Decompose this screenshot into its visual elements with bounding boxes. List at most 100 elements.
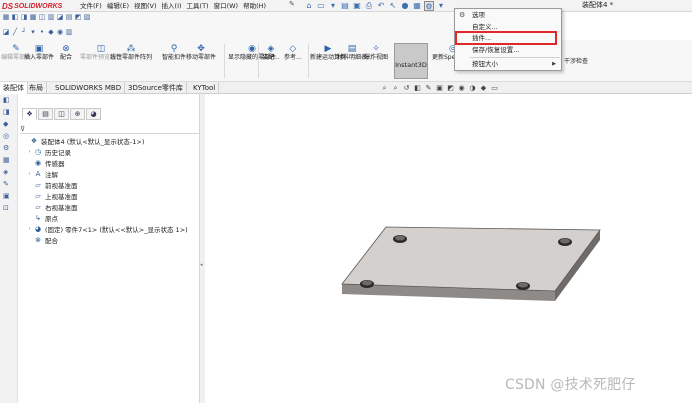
tool-h-icon[interactable]: ▤ [65, 13, 73, 21]
rebuild-icon[interactable]: ● [400, 1, 410, 11]
menu-insert[interactable]: 插入(I) [162, 1, 182, 11]
select-icon[interactable]: ↖ [388, 1, 398, 11]
print-icon[interactable]: ⎙ [364, 1, 374, 11]
menu-item-save-restore-settings[interactable]: 保存/恢复设置... [455, 45, 561, 56]
dimxpert-tab-icon[interactable]: ⊕ [70, 108, 85, 120]
home-icon[interactable]: ⌂ [304, 1, 314, 11]
new-document-icon[interactable]: ▭ [316, 1, 326, 11]
tool-c-icon[interactable]: ◨ [20, 13, 28, 21]
tool-a-icon[interactable]: ▦ [2, 13, 10, 21]
interference-button[interactable]: 干涉检查 [564, 58, 588, 66]
configuration-manager-tab-icon[interactable]: ◫ [54, 108, 69, 120]
tab-mbd[interactable]: SOLIDWORKS MBD [52, 82, 126, 94]
tool-o-icon[interactable]: • [38, 28, 46, 36]
tool-i-icon[interactable]: ◩ [74, 13, 82, 21]
menu-file[interactable]: 文件(F) [80, 1, 102, 11]
undo-icon[interactable]: ↶ [376, 1, 386, 11]
tree-node[interactable]: ⊗ 配合 [18, 234, 199, 245]
tool-p-icon[interactable]: ◆ [47, 28, 55, 36]
pin-menu-icon[interactable]: ✎ [289, 0, 295, 8]
tree-node[interactable]: ◉ 传感器 [18, 157, 199, 168]
file-properties-icon[interactable]: ▦ [412, 1, 422, 11]
tree-node[interactable]: ▱ 上视基准面 [18, 190, 199, 201]
reference-geometry-button[interactable]: ◇ 参考... [284, 44, 302, 62]
save-icon[interactable]: ▣ [352, 1, 362, 11]
view-settings-icon[interactable]: ▭ [490, 84, 499, 93]
tab-kytool[interactable]: KYTool [190, 82, 220, 94]
tool-f-icon[interactable]: ▥ [47, 13, 55, 21]
tree-node[interactable]: ▱ 前视基准面 [18, 179, 199, 190]
tree-node[interactable]: › ◕ (固定) 零件7<1> (默认<<默认>_显示状态 1>) [18, 223, 199, 234]
tool-j-icon[interactable]: ▧ [83, 13, 91, 21]
menu-item-button-size[interactable]: 按钮大小 ▶ [455, 59, 561, 70]
display-manager-tab-icon[interactable]: ◕ [86, 108, 101, 120]
new-dropdown-icon[interactable]: ▾ [328, 1, 338, 11]
tool-m-icon[interactable]: ┘ [20, 28, 28, 36]
open-icon[interactable]: ▤ [340, 1, 350, 11]
smart-fastener-button[interactable]: ⚲ 智能扣件 [162, 44, 186, 62]
tree-node[interactable]: › ◷ 历史记录 [18, 146, 199, 157]
instant3d-button[interactable]: Instant3D [394, 43, 428, 79]
tree-filter[interactable]: ⊽ [20, 124, 199, 134]
strip-icon-3[interactable]: ◆ [3, 118, 13, 130]
move-component-button[interactable]: ✥ 移动零部件 [186, 44, 216, 62]
tool-q-icon[interactable]: ◉ [56, 28, 64, 36]
collapse-arrow-icon[interactable]: ◂ [200, 262, 203, 268]
tree-node[interactable]: › A 注解 [18, 168, 199, 179]
tool-k-icon[interactable]: ◪ [2, 28, 10, 36]
strip-icon-1[interactable]: ◧ [3, 94, 13, 106]
menu-edit[interactable]: 编辑(E) [107, 1, 129, 11]
mate-button[interactable]: ⊗ 配合 [60, 44, 72, 62]
tool-l-icon[interactable]: ╱ [11, 28, 19, 36]
strip-icon-5[interactable]: ⚙ [3, 142, 13, 154]
scene-icon[interactable]: ◆ [479, 84, 488, 93]
expand-arrow-icon[interactable]: › [26, 226, 33, 232]
bom-button[interactable]: ▤ 材料明细表 [337, 44, 367, 62]
zoom-fit-icon[interactable]: ⌕ [380, 84, 389, 93]
solidworks-logo[interactable]: DS SOLIDWORKS [2, 1, 62, 11]
tool-r-icon[interactable]: ▥ [65, 28, 73, 36]
strip-icon-7[interactable]: ◈ [3, 166, 13, 178]
tree-node[interactable]: ↳ 原点 [18, 212, 199, 223]
hide-show-icon[interactable]: ◉ [457, 84, 466, 93]
menu-item-options[interactable]: ⚙ 选项 [455, 10, 561, 21]
strip-icon-9[interactable]: ▣ [3, 190, 13, 202]
strip-icon-10[interactable]: ⊡ [3, 202, 13, 214]
edit-appearance-icon[interactable]: ◑ [468, 84, 477, 93]
zoom-area-icon[interactable]: ⌕ [391, 84, 400, 93]
menu-window[interactable]: 窗口(W) [214, 1, 239, 11]
tool-b-icon[interactable]: ◧ [11, 13, 19, 21]
section-view-icon[interactable]: ◧ [413, 84, 422, 93]
display-style-icon[interactable]: ◩ [446, 84, 455, 93]
insert-component-button[interactable]: ▣ 插入零部件 [24, 44, 54, 62]
dynamic-annotation-icon[interactable]: ✎ [424, 84, 433, 93]
tab-layout[interactable]: 布局 [26, 82, 47, 94]
strip-icon-2[interactable]: ◨ [3, 106, 13, 118]
exploded-view-button[interactable]: ✧ 爆炸视图 [364, 44, 388, 62]
menu-tools[interactable]: 工具(T) [187, 1, 209, 11]
tool-n-icon[interactable]: ▾ [29, 28, 37, 36]
tool-d-icon[interactable]: ▩ [29, 13, 37, 21]
options-gear-icon[interactable]: ⚙ [424, 1, 434, 11]
tab-3dsource[interactable]: 3DSource零件库 [125, 82, 187, 94]
strip-icon-6[interactable]: ▦ [3, 154, 13, 166]
menu-view[interactable]: 视图(V) [134, 1, 157, 11]
strip-icon-8[interactable]: ✎ [3, 178, 13, 190]
expand-arrow-icon[interactable]: › [26, 171, 33, 177]
plate-model[interactable] [205, 94, 692, 403]
linear-pattern-button[interactable]: ⁂ 线性零部件阵列 [110, 44, 152, 62]
assembly-feature-button[interactable]: ◈ 装配... [262, 44, 280, 62]
strip-icon-4[interactable]: ◎ [3, 130, 13, 142]
options-dropdown-icon[interactable]: ▾ [436, 1, 446, 11]
expand-arrow-icon[interactable]: › [26, 149, 33, 155]
tab-assembly[interactable]: 装配体 [0, 82, 28, 94]
graphics-area[interactable] [205, 94, 692, 403]
tree-node[interactable]: ❖ 装配体4 (默认<默认_显示状态-1>) [18, 135, 199, 146]
tool-g-icon[interactable]: ◪ [56, 13, 64, 21]
feature-tree-tab-icon[interactable]: ❖ [22, 108, 37, 120]
tree-node[interactable]: ▱ 右视基准面 [18, 201, 199, 212]
tool-e-icon[interactable]: ◫ [38, 13, 46, 21]
view-orientation-icon[interactable]: ▣ [435, 84, 444, 93]
menu-help[interactable]: 帮助(H) [243, 1, 266, 11]
property-manager-tab-icon[interactable]: ▤ [38, 108, 53, 120]
